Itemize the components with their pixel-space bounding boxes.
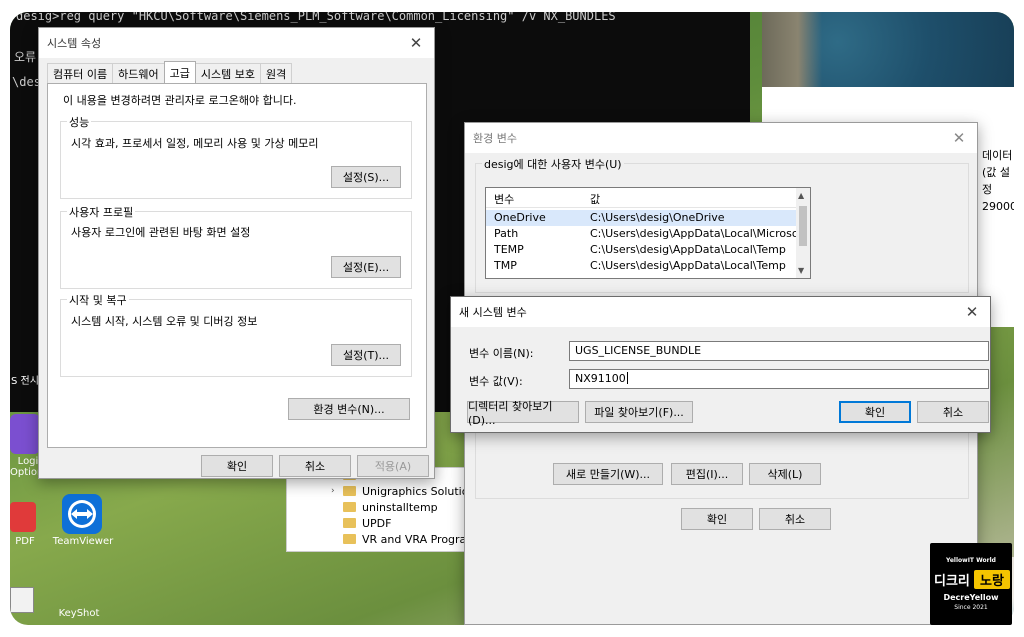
variable-value-input[interactable]: NX91100 [569,369,989,389]
folder-item[interactable]: Unigraphics Solutions [343,485,481,500]
bg-fragment-1: 데이터 [982,149,1013,162]
sysprops-ok-button[interactable]: 확인 [201,455,273,477]
decreyellow-logo: YellowIT World 디크리 노랑 DecreYellow Since … [930,543,1012,625]
startup-recovery-title: 시작 및 복구 [67,292,129,308]
logo-brand: DecreYellow [943,593,999,602]
folder-icon [343,502,356,512]
keyshot-label: KeyShot [58,608,100,619]
column-variable[interactable]: 변수 [494,191,514,207]
envvars-cancel-button[interactable]: 취소 [759,508,831,530]
logo-main-left: 디크리 [934,574,970,589]
system-edit-button[interactable]: 편집(I)... [671,463,743,485]
envvars-ok-button[interactable]: 확인 [681,508,753,530]
browse-file-button[interactable]: 파일 찾아보기(F)... [585,401,693,423]
logo-since: Since 2021 [954,604,988,611]
newvar-ok-button[interactable]: 확인 [839,401,911,423]
user-variables-list[interactable]: 변수 값 OneDrive C:\Users\desig\OneDrive Pa… [485,187,811,279]
performance-desc: 시각 효과, 프로세서 일정, 메모리 사용 및 가상 메모리 [71,137,319,150]
table-row[interactable]: TMP C:\Users\desig\AppData\Local\Temp [486,258,796,274]
user-profile-desc: 사용자 로그인에 관련된 바탕 화면 설정 [71,226,251,239]
pdf-icon[interactable] [10,502,36,532]
folder-item[interactable]: uninstalltemp [343,501,438,516]
performance-settings-button[interactable]: 설정(S)... [331,166,401,188]
table-row[interactable]: TEMP C:\Users\desig\AppData\Local\Temp [486,242,796,258]
user-variables-title: desig에 대한 사용자 변수(U) [482,156,624,172]
new-system-variable-dialog[interactable]: 새 시스템 변수 ✕ 변수 이름(N): UGS_LICENSE_BUNDLE … [450,296,991,433]
newvar-title: 새 시스템 변수 [459,306,527,319]
system-delete-button[interactable]: 삭제(L) [749,463,821,485]
admin-notice: 이 내용을 변경하려면 관리자로 로그온해야 합니다. [63,94,297,107]
system-new-button[interactable]: 새로 만들기(W)... [553,463,663,485]
text-caret [626,372,628,384]
sysprops-cancel-button[interactable]: 취소 [279,455,351,477]
user-profile-settings-button[interactable]: 설정(E)... [331,256,401,278]
teamviewer-icon[interactable] [62,494,102,534]
file-explorer-fragment: › Telerik › Unigraphics Solutions uninst… [286,467,481,552]
teamviewer-label: TeamViewer [52,536,114,547]
desktop-screenshot: desig>reg query "HKCU\Software\Siemens_P… [10,12,1014,625]
performance-group: 성능 시각 효과, 프로세서 일정, 메모리 사용 및 가상 메모리 설정(S)… [60,114,412,199]
sysprops-title: 시스템 속성 [47,37,102,50]
envvars-titlebar[interactable]: 환경 변수 ✕ [465,123,977,153]
folder-item[interactable]: VR and VRA Program [343,533,477,548]
user-profile-title: 사용자 프로필 [67,204,136,220]
folder-icon [343,534,356,544]
startup-recovery-settings-button[interactable]: 설정(T)... [331,344,401,366]
newvar-titlebar[interactable]: 새 시스템 변수 ✕ [451,297,990,327]
advanced-tab-panel: 이 내용을 변경하려면 관리자로 로그온해야 합니다. 성능 시각 효과, 프로… [47,83,427,448]
close-icon[interactable]: ✕ [964,304,980,320]
logo-main-right: 노랑 [974,570,1010,589]
tab-advanced[interactable]: 고급 [163,61,196,83]
system-properties-dialog[interactable]: 시스템 속성 ✕ 컴퓨터 이름 하드웨어 고급 시스템 보호 원격 이 내용을 … [38,27,435,479]
bg-fragment-2: (값 설정 [982,166,1011,196]
tab-system-protection[interactable]: 시스템 보호 [194,63,261,83]
chevron-down-icon[interactable]: ▼ [798,266,804,275]
sysprops-tabs: 컴퓨터 이름 하드웨어 고급 시스템 보호 원격 [47,61,293,83]
sysprops-apply-button[interactable]: 적용(A) [357,455,429,477]
list-scrollbar[interactable]: ▲ ▼ [796,188,810,278]
variable-name-input[interactable]: UGS_LICENSE_BUNDLE [569,341,989,361]
coast-wallpaper [762,12,822,87]
desktop-fragment-label: S 전시 [11,376,39,387]
scrollbar-thumb[interactable] [799,206,807,246]
tab-remote[interactable]: 원격 [259,63,293,83]
variable-name-label: 변수 이름(N): [469,347,534,360]
logi-icon[interactable] [10,414,40,454]
table-row[interactable]: Path C:\Users\desig\AppData\Local\Micros… [486,226,796,242]
startup-recovery-group: 시작 및 복구 시스템 시작, 시스템 오류 및 디버깅 정보 설정(T)... [60,292,412,377]
close-icon[interactable]: ✕ [408,35,424,51]
newvar-cancel-button[interactable]: 취소 [917,401,989,423]
keyshot-icon[interactable] [10,587,34,613]
environment-variables-button[interactable]: 환경 변수(N)... [288,398,410,420]
folder-icon [343,518,356,528]
close-icon[interactable]: ✕ [951,130,967,146]
terminal-line-1: desig>reg query "HKCU\Software\Siemens_P… [16,12,616,23]
performance-title: 성능 [67,114,92,130]
folder-item[interactable]: UPDF [343,517,391,532]
list-header: 변수 값 [486,188,796,208]
column-value[interactable]: 값 [590,191,600,207]
variable-value-label: 변수 값(V): [469,375,523,388]
bg-fragment-3: 29000 [982,200,1014,213]
startup-recovery-desc: 시스템 시작, 시스템 오류 및 디버깅 정보 [71,315,258,328]
user-profile-group: 사용자 프로필 사용자 로그인에 관련된 바탕 화면 설정 설정(E)... [60,204,412,289]
folder-icon [343,486,356,496]
tab-hardware[interactable]: 하드웨어 [112,63,165,83]
chevron-up-icon[interactable]: ▲ [798,191,804,200]
sysprops-titlebar[interactable]: 시스템 속성 ✕ [39,28,434,58]
browse-directory-button[interactable]: 디렉터리 찾아보기(D)... [467,400,579,427]
envvars-title: 환경 변수 [473,132,517,145]
logo-top-text: YellowIT World [946,557,996,564]
tab-computer-name[interactable]: 컴퓨터 이름 [47,63,114,83]
pdf-label: PDF [15,536,35,547]
table-row[interactable]: OneDrive C:\Users\desig\OneDrive [486,210,796,226]
